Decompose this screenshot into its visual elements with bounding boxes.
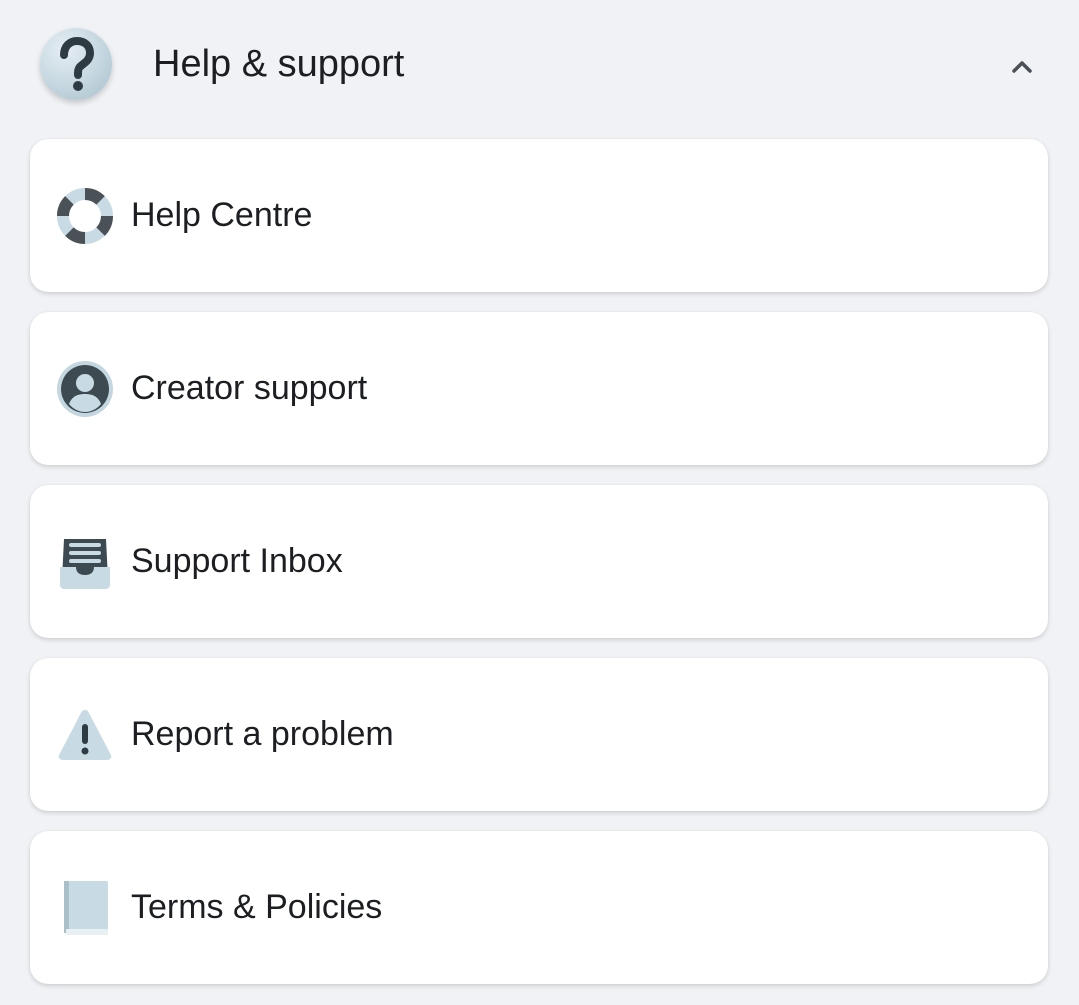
section-title: Help & support	[153, 43, 405, 85]
help-support-header[interactable]: Help & support	[0, 0, 1079, 128]
menu-item-label: Support Inbox	[131, 542, 343, 580]
menu-item-creator-support[interactable]: Creator support	[30, 312, 1048, 465]
menu-item-report-problem[interactable]: Report a problem	[30, 658, 1048, 811]
menu-item-label: Creator support	[131, 369, 368, 407]
book-icon	[56, 879, 114, 937]
menu-item-label: Help Centre	[131, 196, 313, 234]
menu-item-help-centre[interactable]: Help Centre	[30, 139, 1048, 292]
collapse-button[interactable]	[998, 44, 1046, 88]
menu-item-support-inbox[interactable]: Support Inbox	[30, 485, 1048, 638]
inbox-tray-icon	[56, 533, 114, 591]
warning-triangle-icon	[56, 706, 114, 764]
menu-item-label: Terms & Policies	[131, 888, 383, 926]
question-mark-icon	[40, 28, 112, 100]
person-circle-icon	[56, 360, 114, 418]
menu-item-label: Report a problem	[131, 715, 394, 753]
menu-item-terms-policies[interactable]: Terms & Policies	[30, 831, 1048, 984]
lifebuoy-icon	[56, 187, 114, 245]
